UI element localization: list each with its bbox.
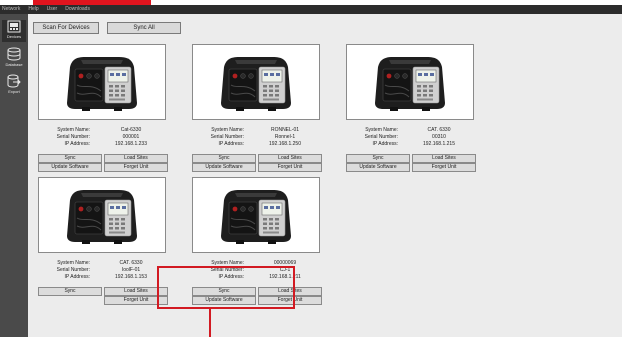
- device-image: [38, 177, 166, 253]
- sidebar-item-label: Database: [5, 62, 23, 67]
- test-set-image: [221, 57, 291, 111]
- sync-button[interactable]: Sync: [346, 154, 410, 163]
- serial-number-value: 00310: [432, 134, 446, 140]
- pointer-line: [209, 309, 211, 337]
- ip-address-label: IP Address:: [64, 141, 90, 147]
- system-name-label: System Name:: [57, 127, 90, 133]
- devices-icon: [7, 20, 21, 33]
- sync-all-button[interactable]: Sync All: [107, 22, 181, 34]
- menu-item-user[interactable]: User: [47, 5, 58, 14]
- serial-number-value: Ronnel-1: [274, 134, 296, 140]
- database-icon: [7, 47, 21, 61]
- test-set-image: [221, 190, 291, 244]
- ip-address-label: IP Address:: [218, 141, 244, 147]
- update-software-button[interactable]: Update Software: [192, 163, 256, 172]
- update-software-button[interactable]: Update Software: [346, 163, 410, 172]
- test-set-image: [375, 57, 445, 111]
- export-icon: [7, 74, 21, 88]
- sidebar: Devices Database Export: [0, 14, 28, 337]
- serial-number-label: Serial Number:: [364, 134, 398, 140]
- device-info: System Name: CAT. 6330 Serial Number: Iool…: [38, 260, 166, 281]
- sidebar-item-database[interactable]: Database: [2, 47, 26, 69]
- serial-number-label: Serial Number:: [56, 134, 90, 140]
- ip-address-value: 192.168.1.233: [115, 141, 147, 147]
- load-sites-button[interactable]: Load Sites: [412, 154, 476, 163]
- device-info: System Name: CAT. 6330 Serial Number: 0031…: [346, 127, 474, 148]
- sync-button[interactable]: Sync: [38, 287, 102, 296]
- sync-button[interactable]: Sync: [192, 154, 256, 163]
- sync-button[interactable]: Sync: [38, 154, 102, 163]
- sidebar-item-label: Devices: [6, 34, 22, 39]
- ip-address-value: 192.168.1.215: [423, 141, 455, 147]
- device-info: System Name: RONNEL-01 Serial Number: Ronn…: [192, 127, 320, 148]
- update-software-button[interactable]: Update Software: [38, 163, 102, 172]
- system-name-value: RONNEL-01: [270, 127, 300, 133]
- menu-item-help[interactable]: Help: [28, 5, 38, 14]
- forget-unit-button[interactable]: Forget Unit: [258, 163, 322, 172]
- devices-panel: Scan For Devices Sync All System Name: C…: [28, 14, 622, 337]
- highlight-box: [157, 266, 295, 309]
- load-sites-button[interactable]: Load Sites: [104, 154, 168, 163]
- serial-number-value: 000001: [122, 134, 140, 140]
- ip-address-label: IP Address:: [372, 141, 398, 147]
- serial-number-label: Serial Number:: [210, 134, 244, 140]
- ip-address-value: 192.168.1.250: [269, 141, 301, 147]
- system-name-value: CAT. 6330: [119, 260, 143, 266]
- load-sites-button[interactable]: Load Sites: [258, 154, 322, 163]
- test-set-image: [67, 190, 137, 244]
- system-name-label: System Name:: [365, 127, 398, 133]
- sidebar-item-label: Export: [8, 89, 20, 94]
- system-name-value: CAT. 6330: [427, 127, 451, 133]
- serial-number-value: IoolF-01: [121, 267, 141, 273]
- ip-address-label: IP Address:: [64, 274, 90, 280]
- system-name-value: Cat-6330: [120, 127, 142, 133]
- menu-item-network[interactable]: Network: [2, 5, 20, 14]
- ip-address-value: 192.168.1.153: [115, 274, 147, 280]
- menu-bar: Network Help User Downloads: [0, 5, 622, 14]
- menu-item-downloads[interactable]: Downloads: [65, 5, 90, 14]
- sidebar-item-export[interactable]: Export: [2, 74, 26, 96]
- forget-unit-button[interactable]: Forget Unit: [104, 163, 168, 172]
- serial-number-label: Serial Number:: [56, 267, 90, 273]
- device-image: [346, 44, 474, 120]
- device-image: [192, 44, 320, 120]
- device-image: [38, 44, 166, 120]
- device-image: [192, 177, 320, 253]
- test-set-image: [67, 57, 137, 111]
- sidebar-item-devices[interactable]: Devices: [2, 20, 26, 42]
- forget-unit-button[interactable]: Forget Unit: [412, 163, 476, 172]
- scan-for-devices-button[interactable]: Scan For Devices: [33, 22, 99, 34]
- system-name-label: System Name:: [211, 127, 244, 133]
- device-info: System Name: Cat-6330 Serial Number: 00000…: [38, 127, 166, 148]
- system-name-label: System Name:: [57, 260, 90, 266]
